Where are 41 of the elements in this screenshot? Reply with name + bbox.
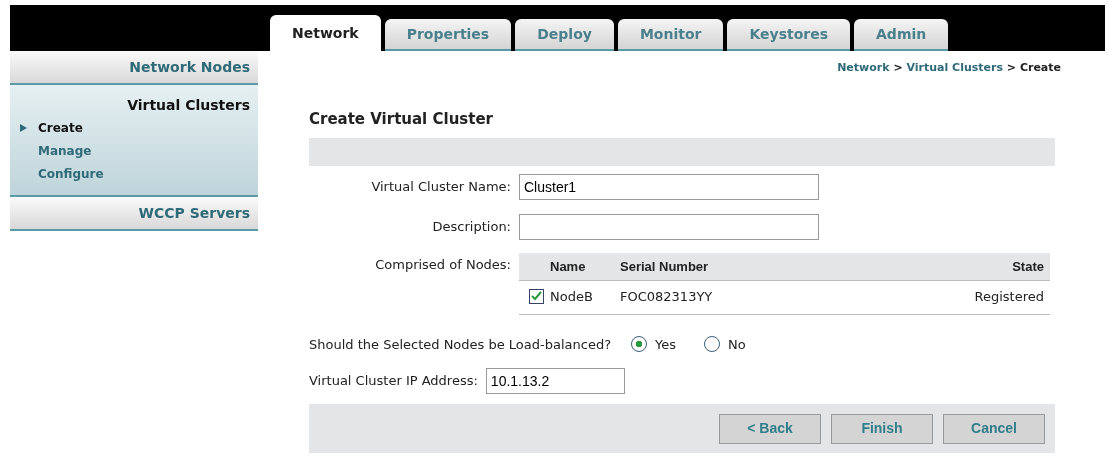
radio-label: Yes <box>655 335 677 354</box>
table-cell: FOC082313YY <box>620 289 713 305</box>
breadcrumb-separator: > <box>1006 61 1017 74</box>
nav-tab[interactable]: Network <box>270 15 381 51</box>
input-field[interactable]: Cluster1 <box>519 174 819 200</box>
table-cell: Registered <box>974 289 1044 305</box>
checkbox[interactable] <box>529 288 544 304</box>
field-label: Description: <box>431 218 512 237</box>
action-button[interactable]: < Back <box>719 413 821 444</box>
nav-tab[interactable]: Admin <box>854 19 949 51</box>
sidebar-heading[interactable]: WCCP Servers <box>10 197 258 231</box>
column-header: State <box>856 253 1050 280</box>
field-label: Comprised of Nodes: <box>374 256 512 274</box>
nav-tab[interactable]: Monitor <box>617 19 724 51</box>
action-button[interactable]: Cancel <box>943 413 1045 444</box>
sidebar-heading[interactable]: Network Nodes <box>10 51 258 85</box>
action-button[interactable]: Finish <box>831 413 933 444</box>
breadcrumb-current: Create <box>1019 61 1061 74</box>
field-label: Virtual Cluster Name: <box>370 178 512 197</box>
nav-tab[interactable]: Properties <box>384 19 512 51</box>
column-header: Name <box>549 253 619 280</box>
input-field[interactable]: 10.1.13.2 <box>485 368 625 394</box>
radio-button[interactable] <box>704 336 721 353</box>
nav-tab[interactable]: Deploy <box>515 19 614 51</box>
question-label: Should the Selected Nodes be Load-balanced? <box>309 335 612 354</box>
breadcrumb-link[interactable]: Network <box>837 61 890 74</box>
sidebar-item[interactable]: Manage <box>20 139 250 162</box>
sidebar-item[interactable]: Configure <box>20 162 250 185</box>
breadcrumb-separator: > <box>893 61 903 74</box>
form-title: Create Virtual Cluster <box>309 108 494 130</box>
field-label: Virtual Cluster IP Address: <box>309 372 479 391</box>
radio-label: No <box>728 335 746 354</box>
nav-tab[interactable]: Keystores <box>727 19 851 51</box>
sidebar-item[interactable]: Create <box>20 116 250 139</box>
input-field[interactable] <box>519 214 819 240</box>
breadcrumb-link[interactable]: Virtual Clusters <box>906 61 1003 74</box>
column-header: Serial Number <box>619 253 857 280</box>
arrow-icon <box>20 124 27 132</box>
sidebar-heading[interactable]: Virtual Clusters <box>20 95 250 116</box>
table-cell: NodeB <box>550 289 593 305</box>
radio-button[interactable] <box>631 336 648 353</box>
